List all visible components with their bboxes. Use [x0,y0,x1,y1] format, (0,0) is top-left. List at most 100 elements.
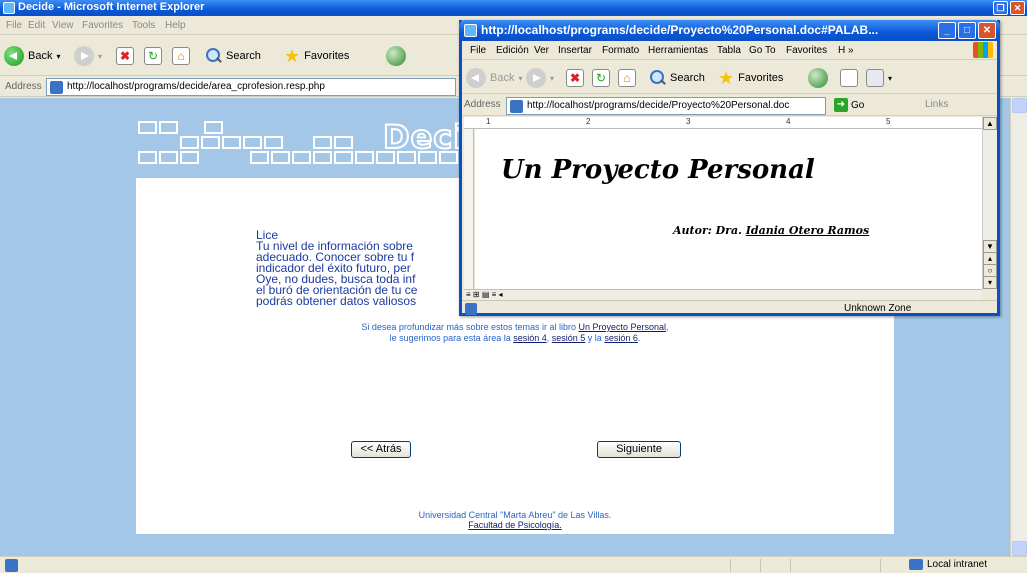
suggestion-text: Si desea profundizar más sobre estos tem… [136,322,894,344]
menu-insertar[interactable]: Insertar [558,45,592,56]
stop-button[interactable]: ✖ [566,67,584,89]
restore-icon[interactable]: ❐ [993,1,1008,15]
menu-help[interactable]: H [838,45,845,56]
scroll-down-icon[interactable] [1012,541,1027,556]
popup-vertical-scrollbar[interactable]: ▲ ▼ ▴ ○ ▾ [982,117,997,289]
chevron-down-icon: ▾ [550,73,555,83]
suggest-text: . [637,333,641,343]
main-title-bar[interactable]: Decide - Microsoft Internet Explorer ❐ ✕ [0,0,1027,16]
popup-window-title: http://localhost/programs/decide/Proyect… [481,23,879,37]
mail-icon [866,69,884,87]
address-url: http://localhost/programs/decide/area_cp… [67,81,325,92]
chevron-down-icon: ▾ [518,73,523,83]
message-line: podrás obtener datos valiosos [256,294,417,307]
links-toolbar[interactable]: Links [925,99,948,110]
home-button[interactable]: ⌂ [618,67,636,89]
back-label: Back [28,50,53,62]
media-button[interactable] [808,67,828,89]
back-button[interactable]: Back ▾ [4,45,60,67]
chevron-down-icon: ▾ [888,73,893,83]
popup-address-bar: Address http://localhost/programs/decide… [462,95,997,116]
session-5-link[interactable]: sesión 5 [552,333,586,343]
word-view-button[interactable] [840,67,858,89]
security-zone: Local intranet [908,559,987,570]
stop-button[interactable]: ✖ [116,45,134,67]
session-6-link[interactable]: sesión 6 [604,333,638,343]
main-vertical-scrollbar[interactable] [1010,98,1027,556]
chevron-down-icon: ▾ [98,51,103,61]
menu-view[interactable]: View [52,20,74,31]
author-prefix: Autor: Dra. [673,224,746,237]
popup-title-bar[interactable]: http://localhost/programs/decide/Proyect… [459,20,1000,41]
minimize-icon[interactable]: _ [938,22,956,39]
forward-button[interactable]: ▾ [526,67,554,89]
close-icon[interactable]: ✕ [1010,1,1025,15]
forward-arrow-icon [526,68,546,88]
scroll-up-icon[interactable] [1012,98,1027,113]
maximize-icon[interactable]: □ [958,22,976,39]
menu-edit[interactable]: Edit [28,20,45,31]
popup-horizontal-scrollbar[interactable]: ≡ ⊞ ▤ ≡ ◂ [464,289,982,300]
result-message: Lice Tu nivel de información sobre adecu… [256,230,456,307]
menu-file[interactable]: File [6,20,22,31]
favorites-button[interactable]: ★ Favorites [718,67,783,89]
footer-university: Universidad Central "Marta Abreu" de Las… [418,510,612,520]
address-url: http://localhost/programs/decide/Proyect… [527,100,790,111]
suggest-text: y la [585,333,605,343]
address-label: Address [464,99,501,110]
address-input[interactable]: http://localhost/programs/decide/area_cp… [46,78,456,96]
menu-file[interactable]: File [470,45,486,56]
back-arrow-icon [4,46,24,66]
mail-button[interactable]: ▾ [866,67,892,89]
media-button[interactable] [386,45,406,67]
refresh-button[interactable]: ↻ [144,45,162,67]
scroll-up-icon[interactable]: ▲ [983,117,997,130]
document-page[interactable]: Un Proyecto Personal Autor: Dra. Idania … [475,129,982,289]
stop-icon: ✖ [116,47,134,65]
go-button[interactable]: ➜ Go [834,98,864,112]
menu-overflow[interactable]: » [848,45,854,56]
forward-button[interactable]: ▾ [74,45,102,67]
menu-goto[interactable]: Go To [749,45,776,56]
menu-help[interactable]: Help [165,20,186,31]
stop-icon: ✖ [566,69,584,87]
ie-logo-icon [3,2,15,14]
menu-favorites[interactable]: Favorites [786,45,827,56]
footer: Universidad Central "Marta Abreu" de Las… [136,510,894,530]
menu-formato[interactable]: Formato [602,45,639,56]
document-author: Autor: Dra. Idania Otero Ramos [673,224,869,237]
search-label: Search [226,50,261,62]
vertical-ruler [464,129,474,289]
menu-herramientas[interactable]: Herramientas [648,45,708,56]
next-page-button[interactable]: Siguiente [597,441,681,458]
page-icon [510,100,523,113]
back-button[interactable]: Back ▾ [466,67,522,89]
go-label: Go [851,99,865,111]
search-icon [204,47,222,65]
intranet-icon [908,559,923,570]
media-icon [386,46,406,66]
favorites-button[interactable]: ★ Favorites [284,45,349,67]
menu-favorites[interactable]: Favorites [82,20,123,31]
home-button[interactable]: ⌂ [172,45,190,67]
back-label: Back [490,72,515,84]
faculty-link[interactable]: Facultad de Psicología. [468,520,562,530]
view-buttons[interactable]: ≡ ⊞ ▤ ≡ ◂ [466,290,503,299]
menu-tools[interactable]: Tools [132,20,155,31]
search-button[interactable]: Search [204,45,261,67]
menu-ver[interactable]: Ver [534,45,549,56]
menu-edicion[interactable]: Edición [496,45,529,56]
search-button[interactable]: Search [648,67,705,89]
page-status-icon [5,559,18,572]
session-4-link[interactable]: sesión 4 [513,333,547,343]
main-window-title: Decide - Microsoft Internet Explorer [18,1,205,13]
ruler-number: 1 [486,117,491,126]
address-input[interactable]: http://localhost/programs/decide/Proyect… [506,97,826,115]
menu-tabla[interactable]: Tabla [717,45,741,56]
refresh-button[interactable]: ↻ [592,67,610,89]
next-page-icon[interactable]: ▾ [983,276,997,289]
close-icon[interactable]: ✕ [978,22,996,39]
back-page-button[interactable]: << Atrás [351,441,411,458]
book-link[interactable]: Un Proyecto Personal [579,322,667,332]
favorites-label: Favorites [738,72,784,84]
